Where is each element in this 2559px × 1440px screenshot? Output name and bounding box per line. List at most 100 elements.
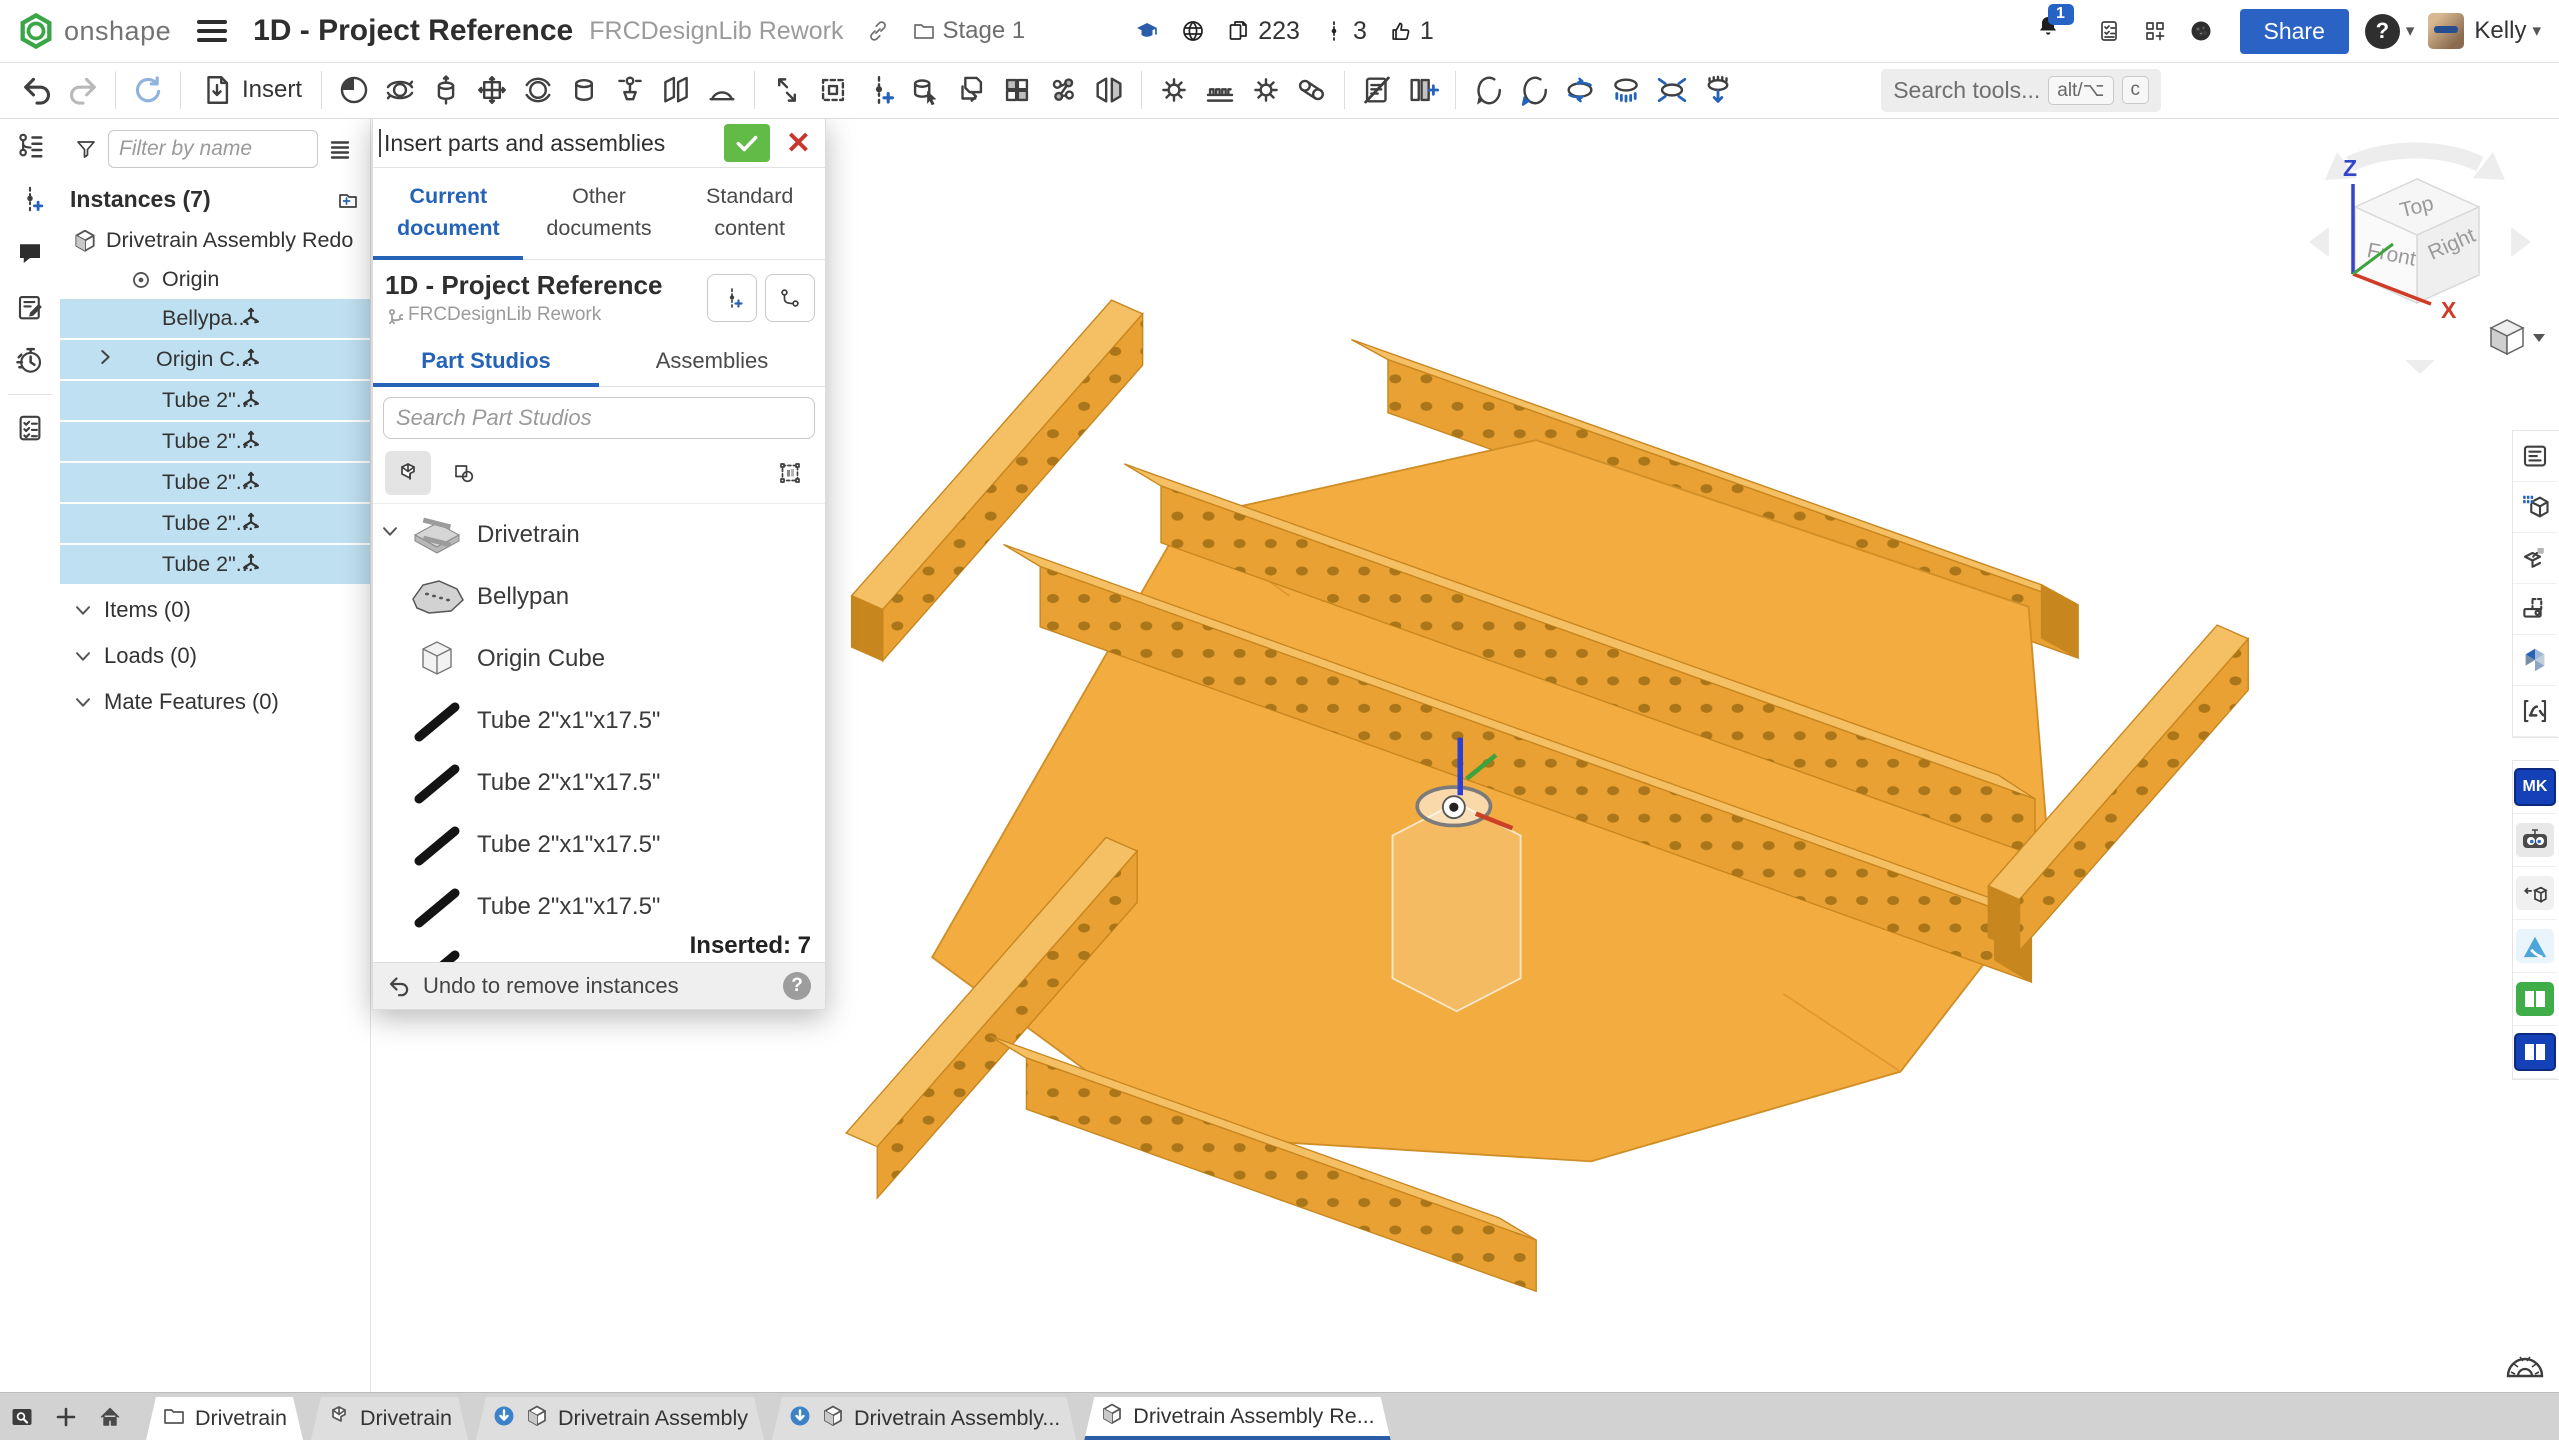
- folder-location[interactable]: Stage 1: [912, 17, 1026, 45]
- update-available-icon[interactable]: [788, 1404, 812, 1434]
- frames-app-icon[interactable]: [2513, 867, 2557, 920]
- mate-connector-icon[interactable]: [856, 67, 902, 113]
- dof-indicator-icon[interactable]: [238, 467, 264, 499]
- robot-app-icon[interactable]: [2513, 814, 2557, 867]
- redo-icon[interactable]: [60, 67, 106, 113]
- gear-relation-icon[interactable]: [1151, 67, 1197, 113]
- sheet-metal-icon[interactable]: [2513, 584, 2557, 635]
- orbit-view-icon[interactable]: [1557, 67, 1603, 113]
- add-tab-icon[interactable]: [44, 1396, 88, 1438]
- insert-item-tube-2-x1-x17-5-[interactable]: Tube 2"x1"x17.5": [373, 876, 825, 938]
- follow-icon[interactable]: [0, 280, 60, 334]
- doc-tab-drivetrain[interactable]: Drivetrain: [146, 1397, 303, 1440]
- education-plan-icon[interactable]: [1135, 19, 1159, 43]
- filter-input[interactable]: [108, 130, 318, 168]
- dialog-tab-other[interactable]: Otherdocuments: [524, 168, 675, 259]
- selection-box-icon[interactable]: [810, 67, 856, 113]
- insert-item-bellypan[interactable]: Bellypan: [373, 566, 825, 628]
- copies-count[interactable]: 223: [1227, 17, 1300, 46]
- instance-row[interactable]: Tube 2"...: [60, 422, 370, 461]
- view-options-cube-icon[interactable]: [2491, 320, 2545, 354]
- rack-pinion-icon[interactable]: [1197, 67, 1243, 113]
- view-cube[interactable]: Top Front Right Z X: [2295, 122, 2545, 382]
- doc-tab-drivetrain-assembly[interactable]: Drivetrain Assembly: [476, 1397, 764, 1440]
- pattern-icon[interactable]: [1040, 67, 1086, 113]
- hide-instances-icon[interactable]: [1354, 67, 1400, 113]
- mate-connector-add-icon[interactable]: [0, 172, 60, 226]
- dof-indicator-icon[interactable]: [238, 303, 264, 335]
- comment-icon[interactable]: [0, 226, 60, 280]
- insert-item-tube-2-x1-x17-5-[interactable]: Tube 2"x1"x17.5": [373, 752, 825, 814]
- instance-row[interactable]: Bellypa...: [60, 299, 370, 338]
- doc-tab-drivetrain-assembly-re-[interactable]: Drivetrain Assembly Re...: [1084, 1397, 1390, 1440]
- measure-protractor-icon[interactable]: [2502, 1344, 2548, 1391]
- close-icon[interactable]: ✕: [780, 126, 817, 161]
- transform-icon[interactable]: [764, 67, 810, 113]
- subtab-part-studios[interactable]: Part Studios: [373, 338, 599, 386]
- filter-parts-icon[interactable]: [385, 451, 431, 495]
- help-circle-icon[interactable]: ?: [783, 972, 811, 1000]
- doc-tab-drivetrain-assembly-[interactable]: Drivetrain Assembly...: [772, 1397, 1076, 1440]
- subtab-assemblies[interactable]: Assemblies: [599, 338, 825, 386]
- tangent-mate-icon[interactable]: [699, 67, 745, 113]
- insert-item-tube-2-x1-x17-5-[interactable]: Tube 2"x1"x17.5": [373, 814, 825, 876]
- fit-view-icon[interactable]: [1695, 67, 1741, 113]
- select-all-parts-icon[interactable]: [767, 451, 813, 495]
- instance-row[interactable]: Origin: [60, 260, 370, 299]
- screw-relation-icon[interactable]: [1243, 67, 1289, 113]
- instance-row[interactable]: Origin C...: [60, 340, 370, 379]
- main-menu-icon[interactable]: [197, 15, 227, 47]
- tree-section[interactable]: Mate Features (0): [60, 682, 370, 722]
- instance-row[interactable]: Tube 2"...: [60, 463, 370, 502]
- update-available-icon[interactable]: [492, 1404, 516, 1434]
- peak-app-icon[interactable]: [2513, 920, 2557, 973]
- add-folder-icon[interactable]: [336, 188, 360, 212]
- guide-blue-app-icon[interactable]: [2513, 1026, 2557, 1079]
- dialog-tab-current[interactable]: Currentdocument: [373, 168, 524, 259]
- help-caret-icon[interactable]: ▾: [2406, 21, 2415, 41]
- appearance-icon[interactable]: [2513, 533, 2557, 584]
- undo-icon[interactable]: [14, 67, 60, 113]
- render-studio-icon[interactable]: [2513, 635, 2557, 686]
- cylindrical-mate-icon[interactable]: [561, 67, 607, 113]
- collapse-chevron-icon[interactable]: [379, 520, 401, 549]
- dof-indicator-icon[interactable]: [238, 508, 264, 540]
- home-icon[interactable]: [88, 1396, 132, 1438]
- expand-chevron-icon[interactable]: [94, 346, 116, 374]
- avatar[interactable]: [2428, 13, 2464, 49]
- doc-tab-drivetrain[interactable]: Drivetrain: [311, 1397, 468, 1440]
- instance-row[interactable]: Drivetrain Assembly Redo: [60, 221, 370, 260]
- origin-cube-ghost[interactable]: [1393, 803, 1521, 1012]
- dof-indicator-icon[interactable]: [238, 549, 264, 581]
- insert-button[interactable]: Insert: [190, 69, 312, 111]
- feedback-cookie-icon[interactable]: [2178, 8, 2224, 54]
- rotate-view-icon[interactable]: [1511, 67, 1557, 113]
- user-menu-caret-icon[interactable]: ▾: [2532, 21, 2541, 41]
- replicate-icon[interactable]: [948, 67, 994, 113]
- pin-slot-mate-icon[interactable]: [607, 67, 653, 113]
- part-studio-search-input[interactable]: [383, 397, 815, 439]
- pan-view-icon[interactable]: [1603, 67, 1649, 113]
- slider-mate-icon[interactable]: [423, 67, 469, 113]
- dof-indicator-icon[interactable]: [238, 344, 264, 376]
- planar-mate-icon[interactable]: [469, 67, 515, 113]
- app-store-icon[interactable]: [2132, 8, 2178, 54]
- undo-icon[interactable]: [387, 974, 411, 998]
- share-button[interactable]: Share: [2240, 9, 2349, 54]
- versions-icon[interactable]: [0, 118, 60, 172]
- tree-section[interactable]: Items (0): [60, 590, 370, 630]
- connector-count[interactable]: 3: [1322, 17, 1367, 46]
- list-options-icon[interactable]: [328, 137, 352, 161]
- onshape-logo[interactable]: onshape: [16, 11, 171, 51]
- mate-icon[interactable]: [331, 67, 377, 113]
- share-link-icon[interactable]: [866, 19, 890, 43]
- group-icon[interactable]: [994, 67, 1040, 113]
- parallel-mate-icon[interactable]: [653, 67, 699, 113]
- insert-mate-connector-button[interactable]: [707, 274, 757, 322]
- insert-item-origin-cube[interactable]: Origin Cube: [373, 628, 825, 690]
- configurations-icon[interactable]: [2513, 482, 2557, 533]
- filter-surfaces-icon[interactable]: [441, 451, 487, 495]
- notifications-bell-icon[interactable]: 1: [2036, 14, 2066, 49]
- history-icon[interactable]: [0, 334, 60, 388]
- dof-indicator-icon[interactable]: [238, 385, 264, 417]
